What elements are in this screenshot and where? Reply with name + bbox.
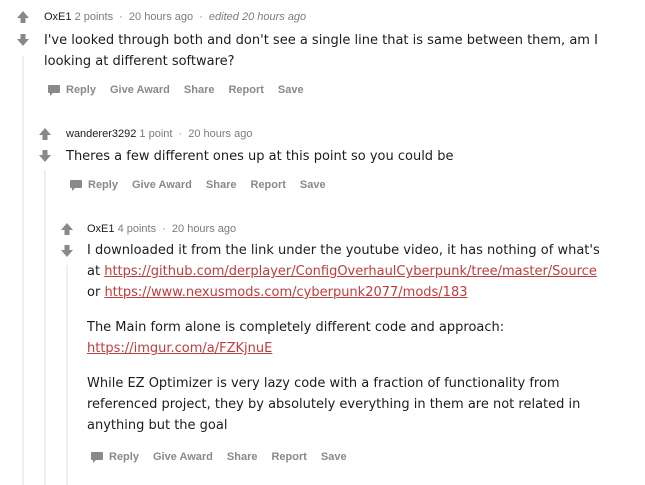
reply-label: Reply	[88, 179, 118, 191]
save-button[interactable]: Save	[321, 451, 347, 463]
comment-text-line: at https://github.com/derplayer/ConfigOv…	[87, 261, 600, 282]
comment-body: I downloaded it from the link under the …	[87, 240, 600, 436]
comment-text-line: looking at different software?	[44, 54, 235, 69]
comment-actions: Reply Give Award Share Report Save	[70, 177, 340, 193]
comment-text-line: referenced project, they by absolutely e…	[87, 397, 581, 412]
comment-actions: Reply Give Award Share Report Save	[48, 82, 318, 98]
speech-bubble-icon	[48, 84, 60, 96]
comment-body: I've looked through both and don't see a…	[44, 30, 598, 72]
separator: ·	[178, 128, 183, 140]
comment-text-line: I downloaded it from the link under the …	[87, 243, 600, 258]
reply-button[interactable]: Reply	[70, 179, 118, 191]
upvote-arrow-icon[interactable]	[15, 9, 31, 25]
reply-label: Reply	[109, 451, 139, 463]
save-button[interactable]: Save	[300, 179, 326, 191]
author-name[interactable]: OxE1	[44, 11, 72, 23]
report-button[interactable]: Report	[228, 84, 263, 96]
separator: ·	[119, 11, 123, 23]
thread-line-level-2[interactable]	[44, 170, 46, 485]
speech-bubble-icon	[70, 179, 82, 191]
comment-text-line: While EZ Optimizer is very lazy code wit…	[87, 376, 560, 391]
comment-points: 1 point	[139, 128, 173, 140]
upvote-arrow-icon[interactable]	[37, 126, 53, 142]
author-name[interactable]: wanderer3292	[66, 128, 136, 140]
text-prefix: at	[87, 264, 105, 279]
reply-button[interactable]: Reply	[48, 84, 96, 96]
downvote-arrow-icon[interactable]	[37, 148, 53, 164]
comment-meta: OxE1 4 points · 20 hours ago	[87, 222, 236, 236]
comment-meta: OxE1 2 points · 20 hours ago · edited 20…	[44, 10, 306, 24]
comment-meta: wanderer3292 1 point · 20 hours ago	[66, 127, 252, 141]
comment-text-line: anything but the goal	[87, 418, 228, 433]
report-button[interactable]: Report	[250, 179, 285, 191]
downvote-arrow-icon[interactable]	[59, 243, 75, 259]
comment-time[interactable]: 20 hours ago	[172, 223, 236, 235]
give-award-button[interactable]: Give Award	[153, 451, 213, 463]
comment-body: Theres a few different ones up at this p…	[66, 146, 453, 167]
give-award-button[interactable]: Give Award	[132, 179, 192, 191]
thread-line-level-3[interactable]	[66, 265, 68, 485]
reply-button[interactable]: Reply	[91, 451, 139, 463]
comment-text-line: I've looked through both and don't see a…	[44, 33, 598, 48]
github-link[interactable]: https://github.com/derplayer/ConfigOverh…	[104, 264, 597, 279]
separator: ·	[199, 11, 203, 23]
downvote-arrow-icon[interactable]	[15, 32, 31, 48]
author-name[interactable]: OxE1	[87, 223, 115, 235]
reply-label: Reply	[66, 84, 96, 96]
comment-text-line: Theres a few different ones up at this p…	[66, 149, 454, 164]
share-button[interactable]: Share	[227, 451, 258, 463]
comment-text-line: https://imgur.com/a/FZKjnuE	[87, 338, 600, 359]
comment-points: 2 points	[74, 11, 114, 23]
nexusmods-link[interactable]: https://www.nexusmods.com/cyberpunk2077/…	[104, 285, 467, 300]
comment-actions: Reply Give Award Share Report Save	[91, 449, 361, 465]
speech-bubble-icon	[91, 451, 103, 463]
share-button[interactable]: Share	[184, 84, 215, 96]
report-button[interactable]: Report	[271, 451, 306, 463]
comment-time[interactable]: 20 hours ago	[188, 128, 252, 140]
comment-points: 4 points	[117, 223, 157, 235]
save-button[interactable]: Save	[278, 84, 304, 96]
share-button[interactable]: Share	[206, 179, 237, 191]
comment-text-line: The Main form alone is completely differ…	[87, 320, 505, 335]
separator: ·	[162, 223, 166, 235]
comment-text-line: or https://www.nexusmods.com/cyberpunk20…	[87, 282, 600, 303]
thread-line-level-1[interactable]	[22, 56, 24, 485]
imgur-link[interactable]: https://imgur.com/a/FZKjnuE	[87, 341, 272, 356]
edited-label: edited 20 hours ago	[208, 11, 307, 23]
upvote-arrow-icon[interactable]	[59, 221, 75, 237]
text-prefix: or	[87, 285, 105, 300]
comment-time[interactable]: 20 hours ago	[129, 11, 193, 23]
give-award-button[interactable]: Give Award	[110, 84, 170, 96]
